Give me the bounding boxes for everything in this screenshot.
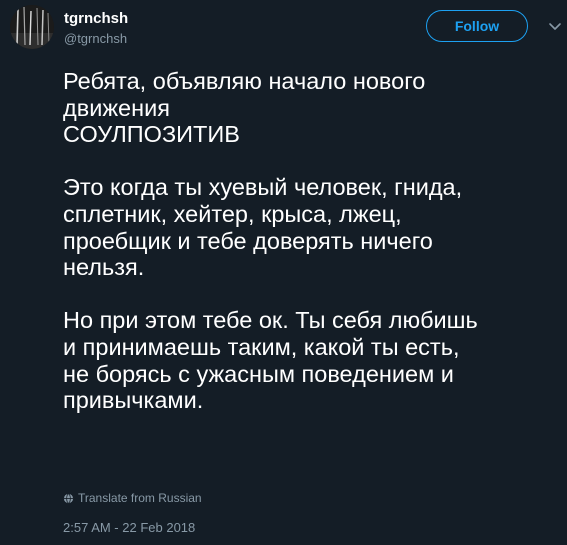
tweet-text: Ребята, объявляю начало нового движения …	[63, 68, 478, 414]
avatar[interactable]	[10, 5, 54, 49]
globe-icon	[63, 493, 74, 503]
follow-button[interactable]: Follow	[426, 10, 528, 42]
tweet-timestamp[interactable]: 2:57 AM - 22 Feb 2018	[63, 520, 195, 535]
translate-label: Translate from Russian	[78, 491, 202, 505]
chevron-down-icon[interactable]	[548, 20, 562, 34]
author-handle[interactable]: @tgrnchsh	[64, 31, 127, 46]
translate-link[interactable]: Translate from Russian	[63, 491, 202, 505]
avatar-photo-icon	[10, 5, 54, 49]
author-display-name[interactable]: tgrnchsh	[64, 10, 128, 27]
